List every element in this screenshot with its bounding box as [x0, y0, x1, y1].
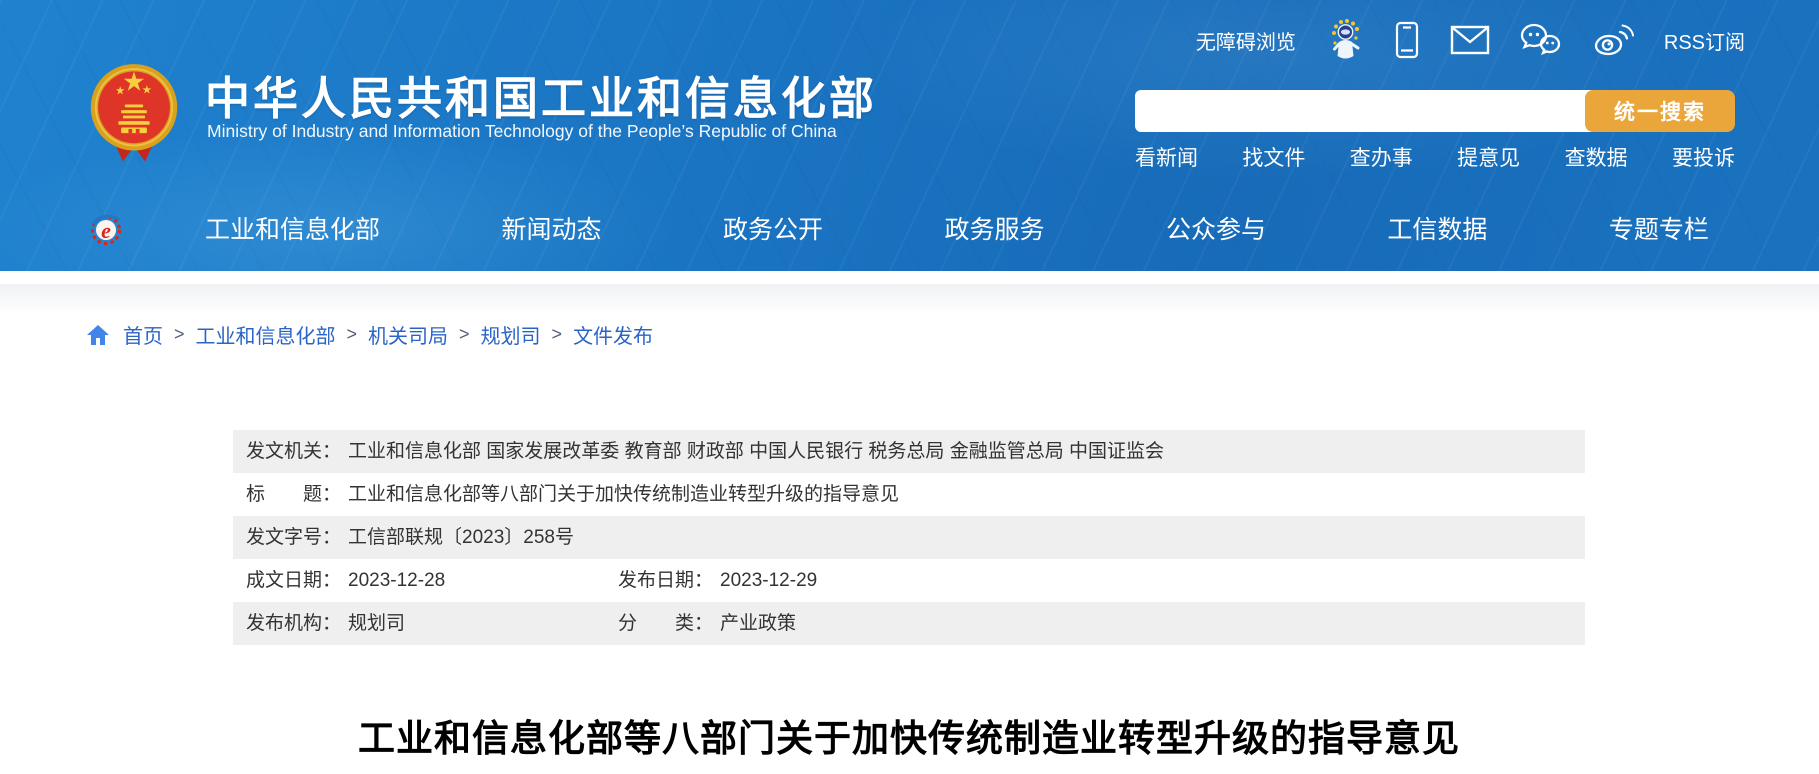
nav-item-data[interactable]: 工信数据 [1387, 210, 1487, 246]
meta-value: 工业和信息化部等八部门关于加快传统制造业转型升级的指导意见 [348, 484, 899, 505]
breadcrumb-separator: > [552, 324, 563, 345]
breadcrumb-planning-dept[interactable]: 规划司 [481, 320, 541, 349]
mail-icon[interactable] [1450, 25, 1490, 55]
meta-value: 工信部联规〔2023〕258号 [348, 527, 574, 548]
meta-value: 规划司 [348, 613, 405, 634]
meta-label: 发文字号： [246, 527, 341, 548]
meta-label: 分 类： [618, 613, 713, 634]
quick-link-news[interactable]: 看新闻 [1135, 142, 1198, 172]
main-nav: 工业和信息化部 新闻动态 政务公开 政务服务 公众参与 工信数据 专题专栏 [205, 203, 1709, 253]
site-header: 无障碍浏览 [0, 0, 1819, 271]
quick-links: 看新闻 找文件 查办事 提意见 查数据 要投诉 [1135, 142, 1735, 172]
quick-link-documents[interactable]: 找文件 [1242, 142, 1305, 172]
wechat-icon[interactable] [1520, 22, 1562, 58]
breadcrumb: 首页 > 工业和信息化部 > 机关司局 > 规划司 > 文件发布 [86, 320, 653, 349]
home-icon[interactable] [86, 323, 110, 347]
meta-label: 发布机构： [246, 613, 341, 634]
breadcrumb-departments[interactable]: 机关司局 [368, 320, 448, 349]
breadcrumb-separator: > [459, 324, 470, 345]
meta-value: 工业和信息化部 国家发展改革委 教育部 财政部 中国人民银行 税务总局 金融监管… [348, 441, 1164, 462]
breadcrumb-home[interactable]: 首页 [123, 320, 163, 349]
meta-label: 发布日期： [618, 570, 713, 591]
breadcrumb-separator: > [347, 324, 358, 345]
site-title-english: Ministry of Industry and Information Tec… [207, 121, 837, 142]
nav-item-miit[interactable]: 工业和信息化部 [205, 210, 380, 246]
quick-link-feedback[interactable]: 提意见 [1457, 142, 1520, 172]
document-meta-table: 发文机关： 工业和信息化部 国家发展改革委 教育部 财政部 中国人民银行 税务总局… [233, 430, 1585, 645]
breadcrumb-document-release[interactable]: 文件发布 [573, 320, 653, 349]
meta-row-dates: 成文日期： 2023-12-28 发布日期： 2023-12-29 [233, 559, 1585, 602]
svg-text:e: e [101, 218, 111, 243]
quick-link-services[interactable]: 查办事 [1350, 142, 1413, 172]
mobile-icon[interactable] [1394, 21, 1420, 59]
accessibility-link[interactable]: 无障碍浏览 [1196, 26, 1296, 55]
unified-search-button[interactable]: 统一搜索 [1585, 90, 1735, 132]
breadcrumb-miit[interactable]: 工业和信息化部 [196, 320, 336, 349]
meta-label: 发文机关： [246, 441, 341, 462]
meta-label: 标 题： [246, 484, 341, 505]
meta-row-publisher-category: 发布机构： 规划司 分 类： 产业政策 [233, 602, 1585, 645]
miit-e-logo-icon: e [86, 208, 126, 248]
nav-item-topics[interactable]: 专题专栏 [1609, 210, 1709, 246]
national-emblem-logo [88, 56, 180, 166]
robot-mascot-icon[interactable] [1326, 18, 1364, 62]
site-title: 中华人民共和国工业和信息化部 [205, 62, 877, 127]
meta-row-document-number: 发文字号： 工信部联规〔2023〕258号 [233, 516, 1585, 559]
meta-value: 产业政策 [720, 613, 796, 634]
nav-item-gov-info[interactable]: 政务公开 [723, 210, 823, 246]
search-bar: 统一搜索 [1135, 90, 1735, 132]
utility-bar: 无障碍浏览 [1196, 18, 1745, 62]
meta-value: 2023-12-28 [348, 570, 445, 591]
meta-value: 2023-12-29 [720, 570, 817, 591]
miit-gov-page: 无障碍浏览 [0, 0, 1819, 774]
header-shadow [0, 284, 1819, 314]
nav-item-gov-services[interactable]: 政务服务 [944, 210, 1044, 246]
quick-link-data[interactable]: 查数据 [1565, 142, 1628, 172]
nav-item-participation[interactable]: 公众参与 [1166, 210, 1266, 246]
breadcrumb-separator: > [174, 324, 185, 345]
search-input[interactable] [1135, 90, 1595, 132]
document-title: 工业和信息化部等八部门关于加快传统制造业转型升级的指导意见 [233, 708, 1585, 762]
rss-link[interactable]: RSS订阅 [1664, 26, 1745, 55]
meta-row-title: 标 题： 工业和信息化部等八部门关于加快传统制造业转型升级的指导意见 [233, 473, 1585, 516]
weibo-icon[interactable] [1592, 22, 1634, 58]
meta-label: 成文日期： [246, 570, 341, 591]
meta-row-issuing-agency: 发文机关： 工业和信息化部 国家发展改革委 教育部 财政部 中国人民银行 税务总局… [233, 430, 1585, 473]
nav-item-news[interactable]: 新闻动态 [501, 210, 601, 246]
quick-link-complaints[interactable]: 要投诉 [1672, 142, 1735, 172]
